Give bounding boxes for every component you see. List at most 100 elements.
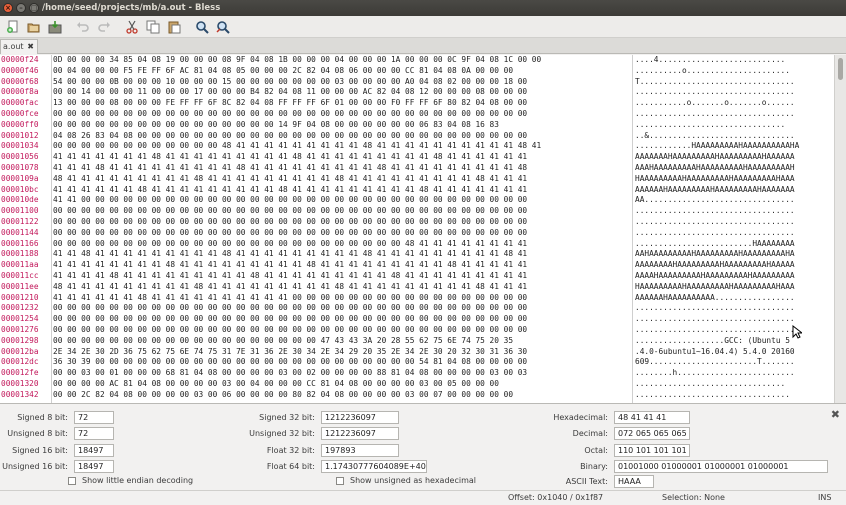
row-hex[interactable]: 41 41 48 41 41 41 41 41 41 41 41 41 48 4…	[53, 249, 630, 260]
row-ascii[interactable]: AAAHAAAAAAAAAHAAAAAAAAAHAAAAAAAAAH	[635, 163, 833, 174]
row-ascii[interactable]: ...........o.......o.......o......	[635, 98, 833, 109]
row-hex[interactable]: 13 00 00 00 08 00 00 00 FE FF FF 6F 8C 8…	[53, 98, 630, 109]
row-hex[interactable]: 00 00 00 00 00 00 00 00 00 00 00 00 00 0…	[53, 206, 630, 217]
row-ascii[interactable]: .........................HAAAAAAAA	[635, 239, 833, 250]
row-ascii[interactable]: HAAAAAAAAAHAAAAAAAAAHAAAAAAAAAHAAA	[635, 282, 833, 293]
row-ascii[interactable]: ................................	[635, 379, 833, 390]
row-hex[interactable]: 48 41 41 41 41 41 41 41 41 41 48 41 41 4…	[53, 282, 630, 293]
unsigned8-value[interactable]: 72	[74, 426, 114, 440]
row-ascii[interactable]: ..................................	[635, 314, 833, 325]
row-ascii[interactable]: ..................................	[635, 303, 833, 314]
row-hex[interactable]: 2E 34 2E 30 2D 36 75 62 75 6E 74 75 31 7…	[53, 347, 630, 358]
row-ascii[interactable]: 609.......................T.......	[635, 357, 833, 368]
row-hex[interactable]: 41 41 41 41 41 41 48 41 41 41 41 41 41 4…	[53, 293, 630, 304]
row-hex[interactable]: 36 30 39 00 00 00 00 00 00 00 00 00 00 0…	[53, 357, 630, 368]
row-ascii[interactable]: AAAAAAHAAAAAAAAAA.................	[635, 293, 833, 304]
row-ascii[interactable]: ..................................	[635, 325, 833, 336]
open-file-button[interactable]	[24, 18, 44, 36]
find-replace-button[interactable]	[213, 18, 233, 36]
row-hex[interactable]: 41 41 41 41 41 41 41 41 48 41 41 41 41 4…	[53, 260, 630, 271]
little-endian-checkbox-box[interactable]	[68, 476, 76, 485]
row-hex[interactable]: 00 00 00 00 00 00 00 00 00 00 00 00 00 0…	[53, 109, 630, 120]
unsigned32-value[interactable]: 1212236097	[321, 426, 399, 440]
row-hex[interactable]: 00 00 00 00 00 00 00 00 00 00 00 00 48 4…	[53, 141, 630, 152]
tab-aout[interactable]: a.out ✖	[0, 39, 38, 54]
row-ascii[interactable]: ..................................	[635, 109, 833, 120]
signed16-value[interactable]: 18497	[74, 443, 114, 457]
row-hex[interactable]: 00 00 00 00 00 00 00 00 00 00 00 00 00 0…	[53, 120, 630, 131]
scrollbar-thumb[interactable]	[838, 58, 843, 80]
row-ascii[interactable]: AAAAHAAAAAAAAAHAAAAAAAAAHAAAAAAAAA	[635, 271, 833, 282]
window-minimize-button[interactable]: –	[16, 3, 26, 13]
row-ascii[interactable]: ........h.........................	[635, 368, 833, 379]
row-ascii[interactable]: AAAAAAHAAAAAAAAAHAAAAAAAAAHAAAAAAA	[635, 185, 833, 196]
close-panel-icon[interactable]: ✖	[831, 408, 840, 421]
row-ascii[interactable]: ..................................	[635, 87, 833, 98]
decimal-value[interactable]: 072 065 065 065	[614, 426, 690, 440]
find-button[interactable]	[192, 18, 212, 36]
row-ascii[interactable]: .4.0-6ubuntu1~16.04.4) 5.4.0 20160	[635, 347, 833, 358]
row-ascii[interactable]: ..................................	[635, 217, 833, 228]
row-ascii[interactable]: ..................................	[635, 206, 833, 217]
row-ascii[interactable]: AAAAAAAAHAAAAAAAAAHAAAAAAAAAHAAAAA	[635, 260, 833, 271]
row-hex[interactable]: 00 00 00 00 AC 81 04 08 00 00 00 00 03 0…	[53, 379, 630, 390]
row-hex[interactable]: 41 41 41 48 41 41 41 41 41 41 41 41 41 4…	[53, 163, 630, 174]
row-ascii[interactable]: ...................GCC: (Ubuntu 5	[635, 336, 833, 347]
unsigned16-value[interactable]: 18497	[74, 459, 114, 473]
row-hex[interactable]: 00 00 00 00 00 00 00 00 00 00 00 00 00 0…	[53, 303, 630, 314]
row-hex[interactable]: 00 00 00 00 00 00 00 00 00 00 00 00 00 0…	[53, 239, 630, 250]
signed8-value[interactable]: 72	[74, 410, 114, 424]
row-hex[interactable]: 00 00 00 00 00 00 00 00 00 00 00 00 00 0…	[53, 217, 630, 228]
hex-editor[interactable]: 00000f24 00000f46 00000f68 00000f8a 00000fac…	[0, 55, 846, 404]
tab-close-icon[interactable]: ✖	[27, 40, 34, 53]
row-ascii[interactable]: ..........o......................	[635, 66, 833, 77]
row-hex[interactable]: 41 41 41 41 41 41 48 41 41 41 41 41 41 4…	[53, 185, 630, 196]
row-ascii[interactable]: AA................................	[635, 195, 833, 206]
row-ascii[interactable]: ..................................	[635, 228, 833, 239]
row-ascii[interactable]: HAAAAAAAAAHAAAAAAAAAHAAAAAAAAAHAAA	[635, 174, 833, 185]
hex-column[interactable]: 0D 00 00 00 34 85 04 08 19 00 00 00 08 9…	[51, 55, 630, 403]
ascii-text-value[interactable]: HAAA	[614, 474, 654, 488]
float32-value[interactable]: 197893	[321, 443, 399, 457]
row-ascii[interactable]: AAAAAAAHAAAAAAAAAHAAAAAAAAAHAAAAAA	[635, 152, 833, 163]
status-mode[interactable]: INS	[818, 491, 831, 505]
row-hex[interactable]: 00 00 00 00 00 00 00 00 00 00 00 00 00 0…	[53, 314, 630, 325]
unsigned-hex-checkbox-box[interactable]	[336, 476, 344, 485]
row-ascii[interactable]: ................................	[635, 120, 833, 131]
row-hex[interactable]: 41 41 00 00 00 00 00 00 00 00 00 00 00 0…	[53, 195, 630, 206]
row-hex[interactable]: 00 00 00 00 00 00 00 00 00 00 00 00 00 0…	[53, 228, 630, 239]
window-close-button[interactable]: ×	[3, 3, 13, 13]
octal-value[interactable]: 110 101 101 101	[614, 443, 690, 457]
row-hex[interactable]: 54 00 00 00 0B 00 00 00 10 00 00 00 15 0…	[53, 77, 630, 88]
row-ascii[interactable]: ....4...........................	[635, 55, 833, 66]
signed32-value[interactable]: 1212236097	[321, 410, 399, 424]
float64-value[interactable]: 1.17430777604089E+40	[321, 459, 427, 473]
window-maximize-button[interactable]: □	[29, 3, 39, 13]
row-ascii[interactable]: ..&...............................	[635, 131, 833, 142]
copy-button[interactable]	[143, 18, 163, 36]
hexadecimal-value[interactable]: 48 41 41 41	[614, 410, 690, 424]
new-file-button[interactable]	[3, 18, 23, 36]
row-ascii[interactable]: ............HAAAAAAAAAHAAAAAAAAAAHA	[635, 141, 833, 152]
undo-button[interactable]	[73, 18, 93, 36]
save-button[interactable]	[45, 18, 65, 36]
vertical-scrollbar[interactable]	[834, 55, 846, 403]
paste-button[interactable]	[164, 18, 184, 36]
unsigned-hex-checkbox[interactable]: Show unsigned as hexadecimal	[336, 476, 476, 485]
row-hex[interactable]: 41 41 41 41 48 41 41 41 41 41 41 41 41 4…	[53, 271, 630, 282]
row-hex[interactable]: 00 00 14 00 00 00 11 00 00 00 17 00 00 0…	[53, 87, 630, 98]
row-ascii[interactable]: T.................................	[635, 77, 833, 88]
row-hex[interactable]: 00 04 00 00 00 F5 FE FF 6F AC 81 04 08 0…	[53, 66, 630, 77]
row-hex[interactable]: 00 00 2C 82 04 08 00 00 00 00 03 00 06 0…	[53, 390, 630, 401]
ascii-column[interactable]: ....4...................................…	[632, 55, 833, 403]
row-ascii[interactable]: .................................	[635, 390, 833, 401]
little-endian-checkbox[interactable]: Show little endian decoding	[68, 476, 193, 485]
row-hex[interactable]: 48 41 41 41 41 41 41 41 41 41 48 41 41 4…	[53, 174, 630, 185]
redo-button[interactable]	[94, 18, 114, 36]
row-hex[interactable]: 41 41 41 41 41 41 41 48 41 41 41 41 41 4…	[53, 152, 630, 163]
row-ascii[interactable]: AAHAAAAAAAAAHAAAAAAAAAHAAAAAAAAAHA	[635, 249, 833, 260]
row-hex[interactable]: 00 00 00 00 00 00 00 00 00 00 00 00 00 0…	[53, 325, 630, 336]
binary-value[interactable]: 01001000 01000001 01000001 01000001	[614, 459, 828, 473]
row-hex[interactable]: 00 00 00 00 00 00 00 00 00 00 00 00 00 0…	[53, 336, 630, 347]
row-hex[interactable]: 0D 00 00 00 34 85 04 08 19 00 00 00 08 9…	[53, 55, 630, 66]
